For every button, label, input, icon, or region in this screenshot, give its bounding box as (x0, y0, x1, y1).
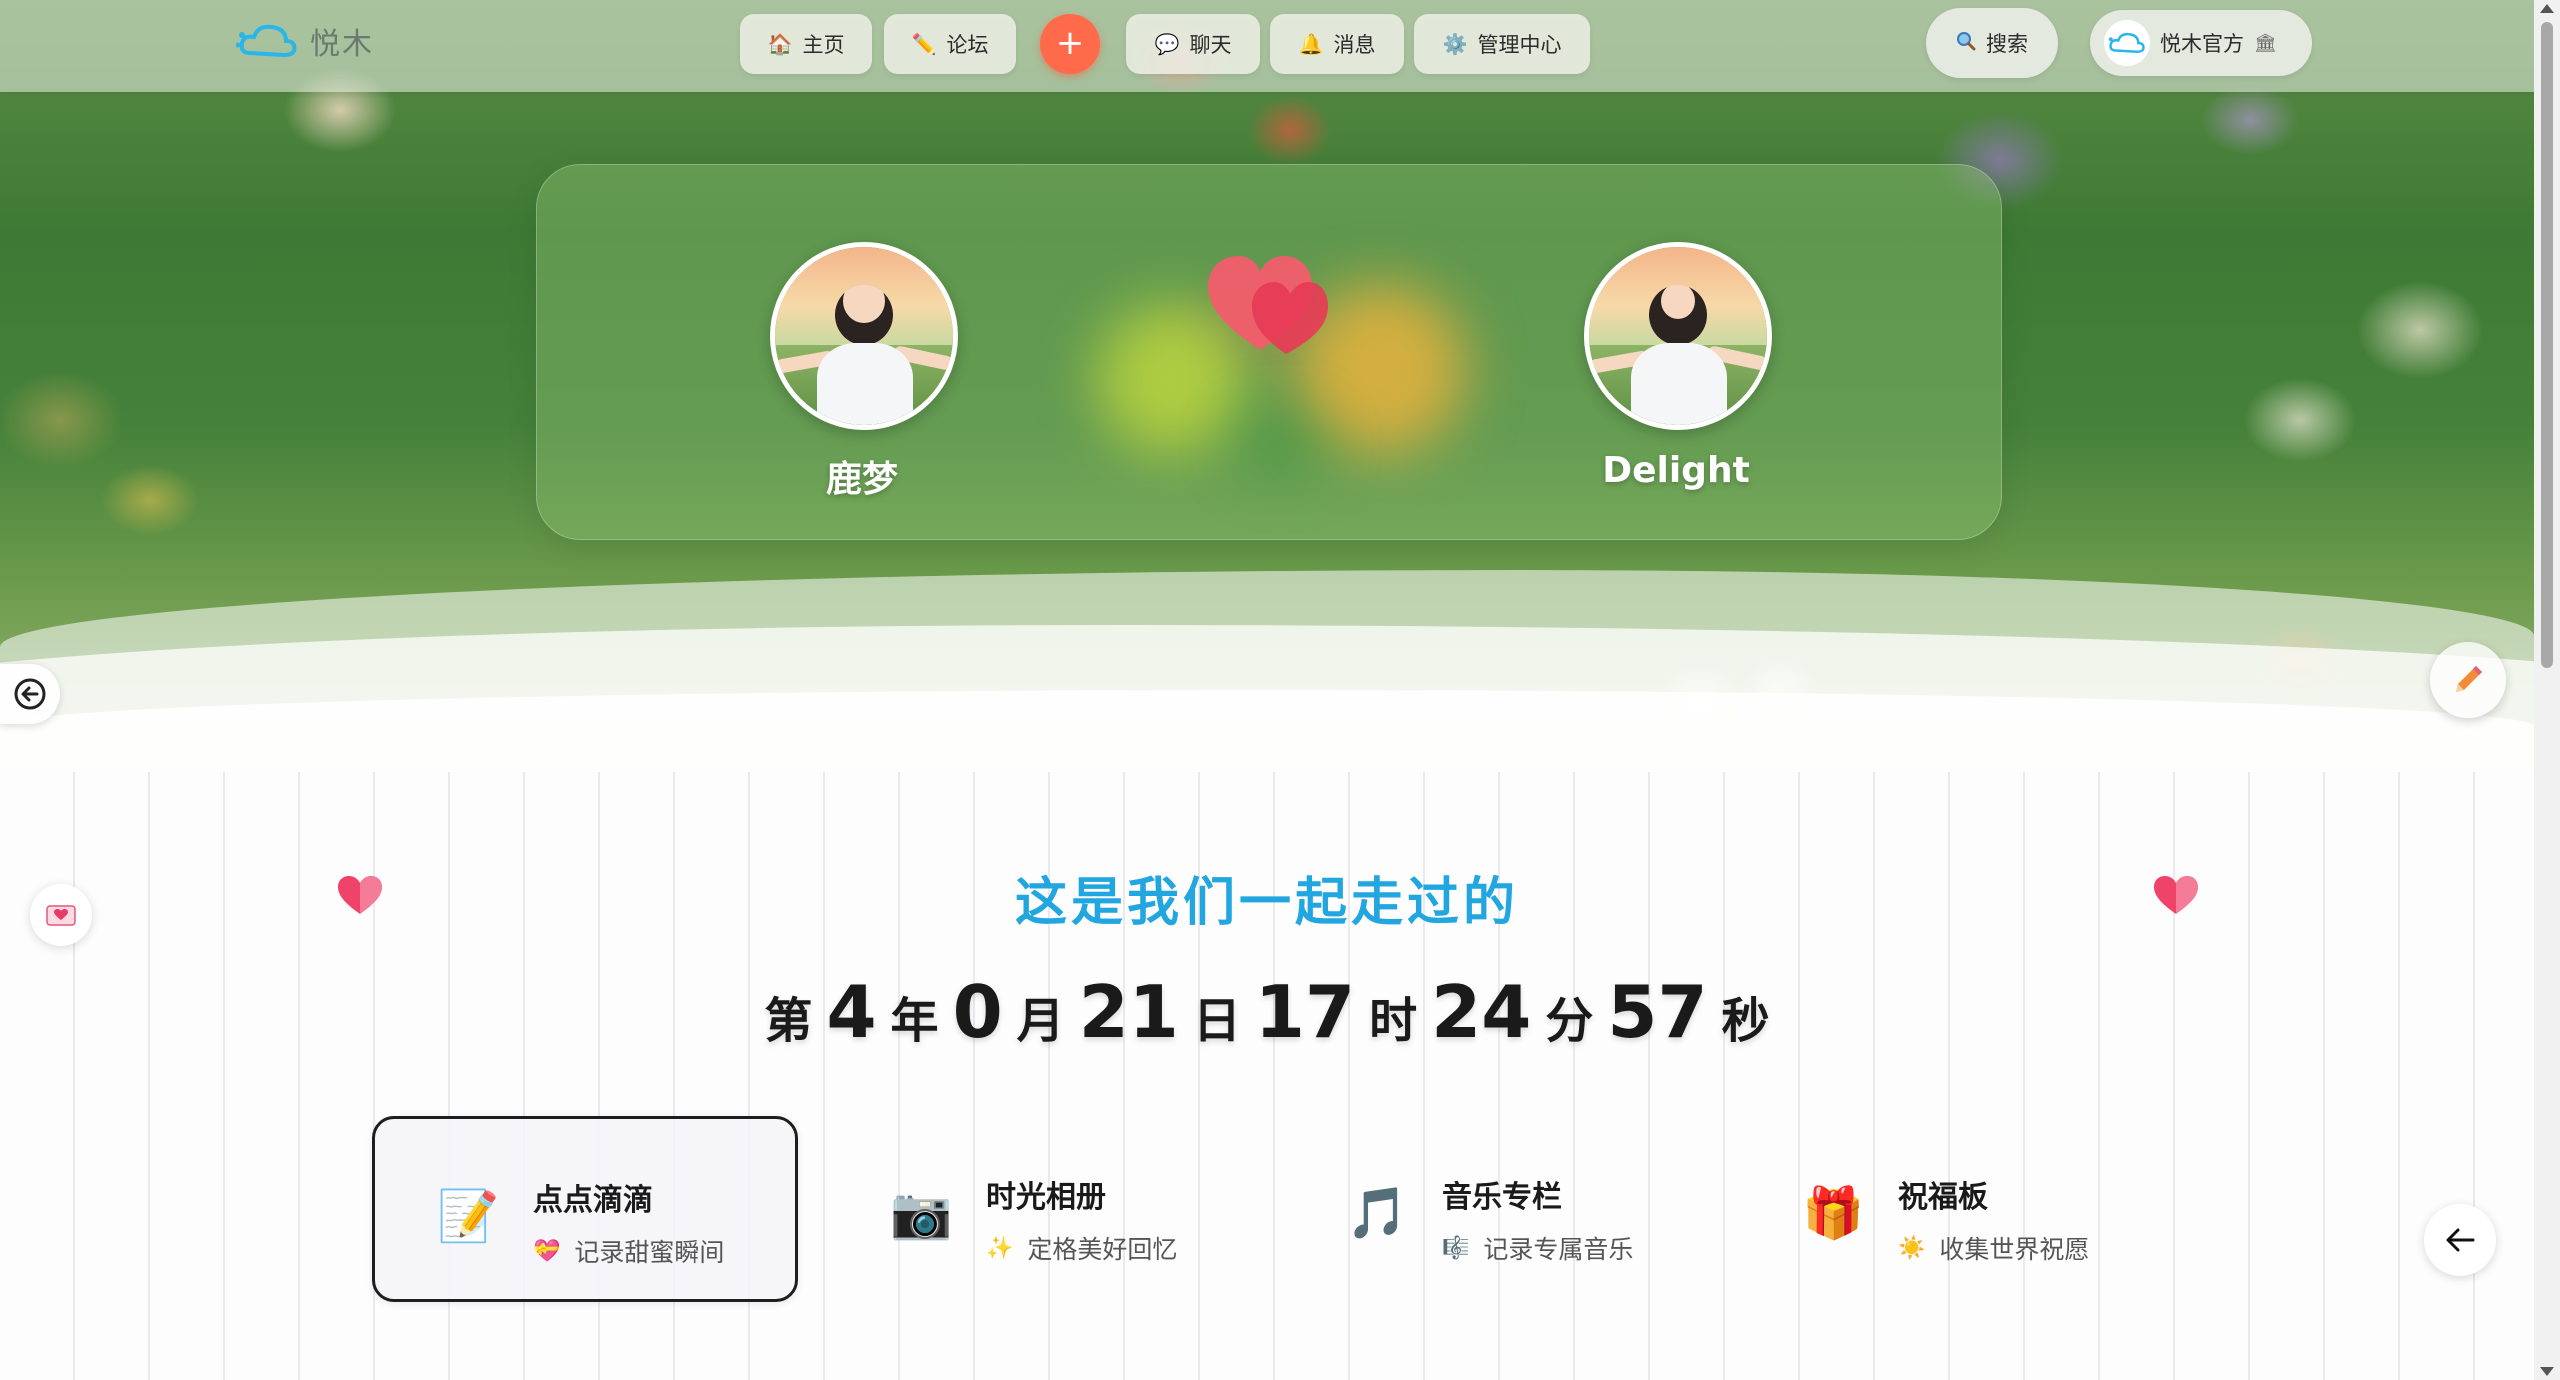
site-logo[interactable]: 悦木 (235, 18, 374, 64)
scrollbar-thumb[interactable] (2541, 22, 2553, 668)
decor-blob (1236, 414, 1326, 474)
feature-subtitle-text: 收集世界祝愿 (1939, 1235, 2090, 1264)
feature-moments[interactable]: 📝 点点滴滴 💝 记录甜蜜瞬间 (372, 1116, 798, 1302)
memo-icon: 📝 (437, 1187, 500, 1245)
heart-icon: 💝 (533, 1238, 561, 1264)
feature-subtitle-text: 记录专属音乐 (1483, 1235, 1634, 1264)
feature-wishes[interactable]: 🎁 祝福板 ☀️ 收集世界祝愿 (1740, 1116, 2166, 1302)
nav-label: 管理中心 (1477, 33, 1562, 57)
sparkles-icon: ✨ (986, 1235, 1014, 1261)
bell-icon: 🔔 (1298, 32, 1324, 56)
together-title: 这是我们一起走过的 (1014, 873, 1519, 933)
feature-music[interactable]: 🎵 音乐专栏 🎼 记录专属音乐 (1284, 1116, 1710, 1302)
counter-hours: 17 (1254, 970, 1356, 1054)
avatar (2104, 20, 2150, 66)
feature-title: 时光相册 (986, 1180, 1106, 1215)
cloud-logo-icon (235, 21, 300, 61)
pen-icon: ✏️ (911, 32, 937, 56)
page-scrollbar[interactable] (2534, 0, 2560, 1380)
right-name: Delight (1602, 450, 1750, 491)
search-icon (1956, 31, 1976, 56)
feature-title: 祝福板 (1898, 1180, 1988, 1215)
scroll-up-arrow-icon[interactable] (2540, 4, 2554, 13)
user-name: 悦木官方 (2160, 32, 2244, 56)
feature-list: 📝 点点滴滴 💝 记录甜蜜瞬间 📷 时光相册 ✨ 定格美好回忆 🎵 音乐专栏 🎼… (372, 1116, 2222, 1302)
nav-label: 主页 (802, 33, 845, 57)
feature-subtitle-text: 记录甜蜜瞬间 (574, 1238, 725, 1267)
search-label: 搜索 (1986, 32, 2028, 56)
feature-title: 点点滴滴 (533, 1183, 653, 1218)
pencil-icon (2456, 666, 2482, 692)
counter-years: 4 (826, 970, 877, 1054)
back-arrow-button[interactable] (2424, 1204, 2496, 1276)
feature-subtitle-text: 定格美好回忆 (1027, 1235, 1178, 1264)
left-avatar[interactable] (770, 242, 958, 430)
counter-minutes: 24 (1431, 970, 1532, 1054)
user-menu[interactable]: 悦木官方 🏛 (2090, 10, 2312, 76)
scroll-down-arrow-icon[interactable] (2540, 1367, 2554, 1376)
counter-unit: 分 (1545, 993, 1594, 1049)
gear-icon: ⚙️ (1442, 32, 1468, 56)
counter-seconds: 57 (1607, 970, 1708, 1054)
nav-messages[interactable]: 🔔 消息 (1270, 14, 1404, 74)
feature-subtitle: 🎼 记录专属音乐 (1442, 1230, 1633, 1266)
counter-unit: 年 (890, 993, 939, 1049)
chat-icon: 💬 (1154, 32, 1180, 56)
home-icon: 🏠 (767, 32, 793, 56)
counter-prefix: 第 (764, 993, 813, 1049)
nav-home[interactable]: 🏠 主页 (740, 14, 872, 74)
music-note-icon: 🎼 (1442, 1235, 1470, 1261)
counter-unit: 月 (1016, 993, 1065, 1049)
counter-unit: 日 (1192, 993, 1241, 1049)
nav-label: 论坛 (946, 33, 989, 57)
create-post-button[interactable]: + (1040, 14, 1100, 74)
heart-icon (1208, 254, 1328, 358)
arrow-left-circle-icon (14, 678, 46, 710)
right-avatar[interactable] (1584, 242, 1772, 430)
counter-unit: 秒 (1721, 993, 1770, 1049)
top-navbar: 悦木 🏠 主页 ✏️ 论坛 + 💬 聊天 🔔 消息 ⚙️ 管理中心 搜索 悦木官… (0, 0, 2534, 92)
feature-title: 音乐专栏 (1442, 1180, 1562, 1215)
gift-icon: 🎁 (1802, 1184, 1865, 1242)
feature-subtitle: 💝 记录甜蜜瞬间 (533, 1233, 724, 1269)
back-button[interactable] (0, 664, 60, 724)
counter-days: 21 (1078, 970, 1179, 1054)
left-name: 鹿梦 (825, 459, 898, 500)
feature-album[interactable]: 📷 时光相册 ✨ 定格美好回忆 (828, 1116, 1254, 1302)
hero-wave (0, 690, 2534, 772)
sun-icon: ☀️ (1898, 1235, 1926, 1261)
nav-label: 聊天 (1189, 33, 1232, 57)
music-icon: 🎵 (1346, 1184, 1409, 1242)
counter-unit: 时 (1369, 993, 1418, 1049)
search-button[interactable]: 搜索 (1926, 8, 2058, 78)
nav-forum[interactable]: ✏️ 论坛 (884, 14, 1016, 74)
site-name: 悦木 (310, 27, 374, 62)
feature-subtitle: ☀️ 收集世界祝愿 (1898, 1230, 2089, 1266)
counter-months: 0 (952, 970, 1003, 1054)
together-counter: 第 4 年 0 月 21 日 17 时 24 分 57 秒 (0, 970, 2534, 1054)
nav-chat[interactable]: 💬 聊天 (1126, 14, 1260, 74)
admin-badge-icon: 🏛 (2254, 32, 2277, 54)
nav-admin[interactable]: ⚙️ 管理中心 (1414, 14, 1590, 74)
edit-button[interactable] (2430, 642, 2506, 718)
nav-label: 消息 (1333, 33, 1376, 57)
feature-subtitle: ✨ 定格美好回忆 (986, 1230, 1177, 1266)
arrow-left-icon (2446, 1228, 2475, 1252)
camera-icon: 📷 (890, 1184, 953, 1242)
